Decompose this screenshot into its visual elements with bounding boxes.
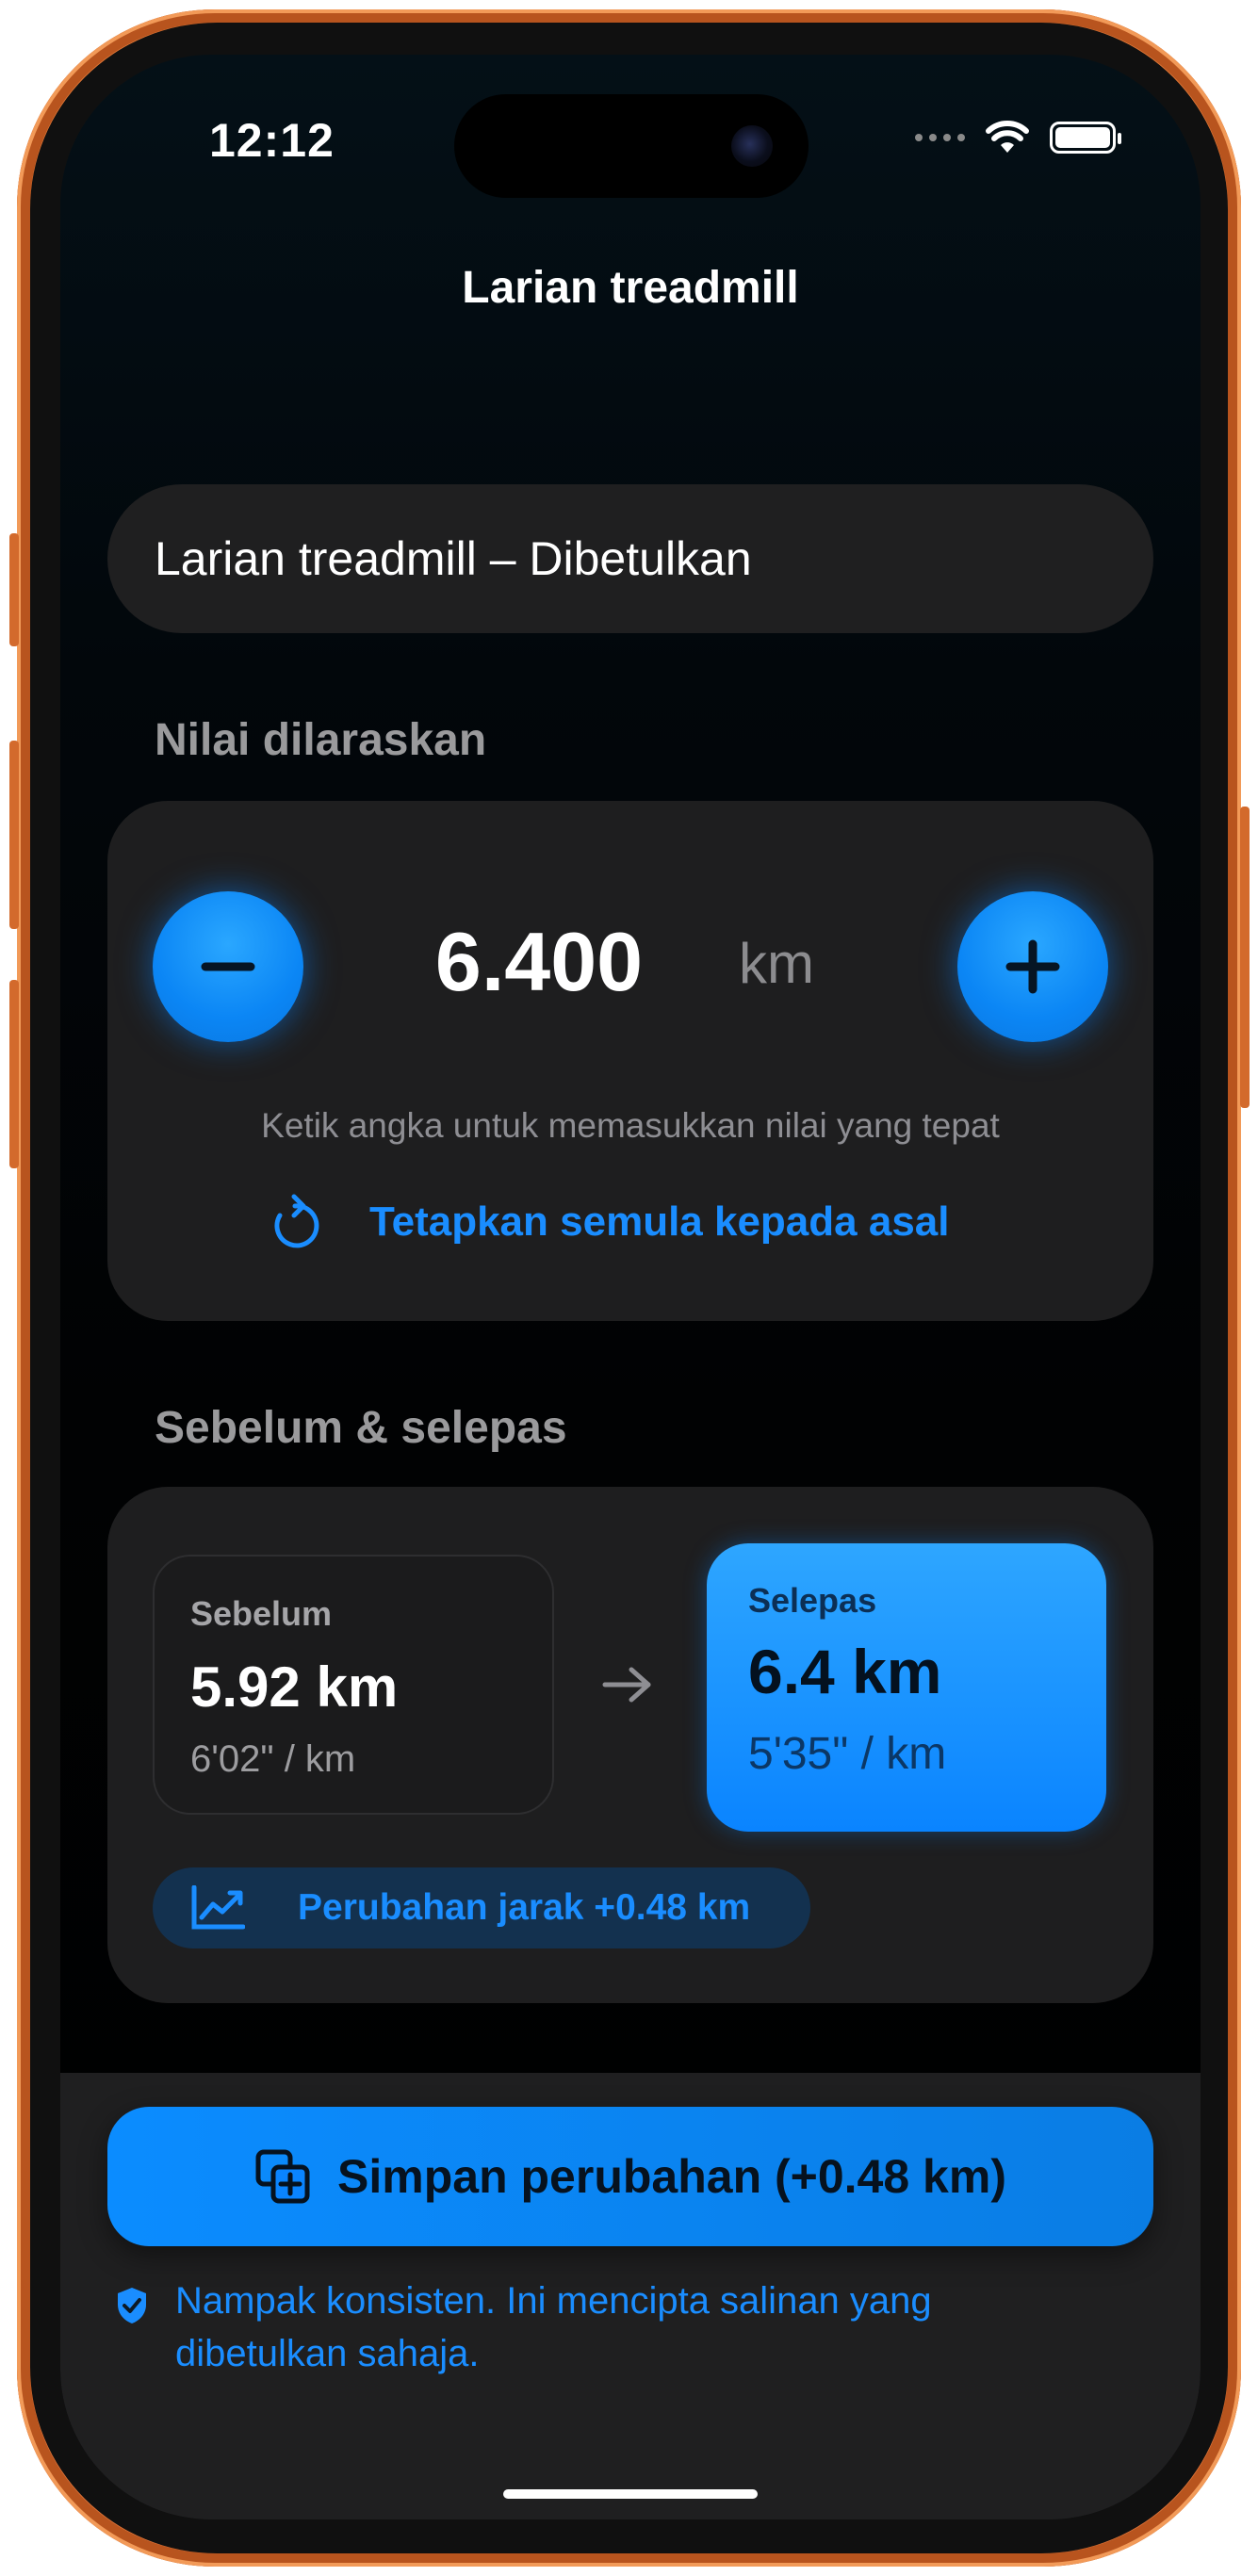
distance-value-input[interactable]: 6.400 xyxy=(388,914,690,1010)
save-changes-label: Simpan perubahan (+0.48 km) xyxy=(337,2150,1006,2203)
arrow-right-icon xyxy=(602,1667,651,1703)
reset-button[interactable]: Tetapkan semula kepada asal xyxy=(268,1193,949,1251)
action-button xyxy=(9,533,19,646)
minus-icon xyxy=(201,962,255,971)
power-button xyxy=(1240,807,1250,1108)
compare-card: Sebelum 5.92 km 6'02" / km Selepas 6.4 k… xyxy=(107,1487,1153,2003)
consistency-notice: Nampak konsisten. Ini mencipta salinan y… xyxy=(115,2274,1095,2380)
shield-check-icon xyxy=(118,2288,146,2323)
signal-dots-icon xyxy=(915,134,965,141)
wifi-icon xyxy=(986,121,1029,153)
screen: 12:12 Larian treadmill Larian treadmill … xyxy=(60,55,1201,2519)
distance-change-badge: Perubahan jarak +0.48 km xyxy=(153,1867,810,1948)
name-input-value: Larian treadmill – Dibetulkan xyxy=(155,532,752,585)
input-hint: Ketik angka untuk memasukkan nilai yang … xyxy=(261,1106,1000,1145)
after-value: 6.4 km xyxy=(748,1637,942,1706)
before-value: 5.92 km xyxy=(190,1655,399,1719)
home-indicator[interactable] xyxy=(503,2489,758,2499)
reset-label: Tetapkan semula kepada asal xyxy=(369,1198,950,1245)
after-box: Selepas 6.4 km 5'35" / km xyxy=(707,1543,1106,1832)
camera-icon xyxy=(731,125,773,167)
page-title: Larian treadmill xyxy=(462,263,799,313)
dynamic-island xyxy=(454,94,809,198)
compare-section-label: Sebelum & selepas xyxy=(155,1403,567,1453)
after-label: Selepas xyxy=(748,1581,877,1620)
save-changes-button[interactable]: Simpan perubahan (+0.48 km) xyxy=(107,2107,1153,2246)
adjust-section-label: Nilai dilaraskan xyxy=(155,715,487,765)
distance-change-label: Perubahan jarak +0.48 km xyxy=(298,1887,751,1928)
trend-chart-icon xyxy=(191,1885,245,1930)
reset-icon xyxy=(274,1194,319,1248)
volume-up-button xyxy=(9,741,19,929)
decrement-button[interactable] xyxy=(153,891,303,1042)
before-box: Sebelum 5.92 km 6'02" / km xyxy=(153,1555,554,1815)
status-icons xyxy=(915,121,1121,155)
name-input[interactable]: Larian treadmill – Dibetulkan xyxy=(107,484,1153,633)
plus-icon xyxy=(1005,939,1060,994)
adjust-card: 6.400 km Ketik angka untuk memasukkan ni… xyxy=(107,801,1153,1321)
notice-text: Nampak konsisten. Ini mencipta salinan y… xyxy=(175,2280,932,2374)
status-time: 12:12 xyxy=(209,114,335,167)
distance-unit: km xyxy=(739,932,814,995)
duplicate-icon xyxy=(255,2149,310,2204)
after-pace: 5'35" / km xyxy=(748,1729,947,1779)
before-pace: 6'02" / km xyxy=(190,1738,356,1780)
before-label: Sebelum xyxy=(190,1594,333,1633)
volume-down-button xyxy=(9,980,19,1168)
increment-button[interactable] xyxy=(957,891,1108,1042)
battery-icon xyxy=(1050,122,1121,154)
